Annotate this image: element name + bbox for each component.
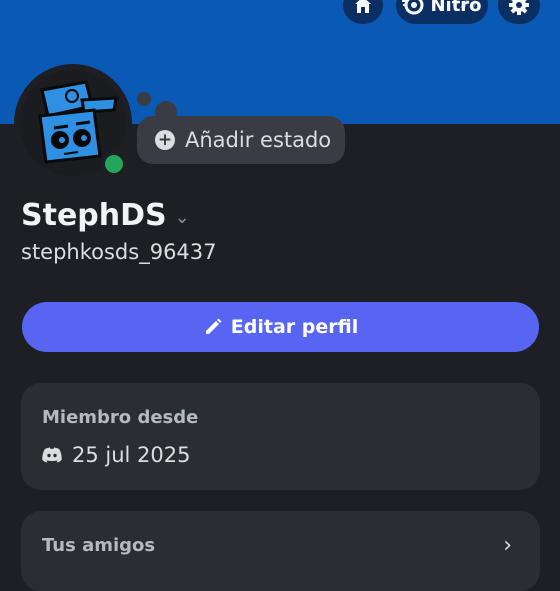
edit-profile-label: Editar perfil (230, 316, 359, 338)
add-status-button[interactable]: + Añadir estado (137, 116, 345, 164)
chevron-down-icon: ⌄ (174, 207, 190, 228)
chevron-right-icon: › (503, 533, 512, 558)
nitro-stripe (452, 0, 476, 8)
nitro-button[interactable]: Nitro (396, 0, 488, 24)
username: stephkosds_96437 (21, 240, 217, 264)
member-since-card: Miembro desde 25 jul 2025 (21, 383, 540, 490)
nitro-icon (402, 0, 424, 15)
member-since-title: Miembro desde (42, 407, 199, 428)
discord-icon (42, 447, 62, 463)
online-status-indicator (105, 155, 123, 173)
thought-bubble-dot-small (137, 92, 151, 106)
home-icon (355, 0, 371, 13)
member-since-row: 25 jul 2025 (42, 443, 191, 467)
pencil-icon (205, 318, 222, 334)
member-since-date: 25 jul 2025 (72, 443, 191, 467)
edit-profile-button[interactable]: Editar perfil (22, 302, 539, 352)
friends-title: Tus amigos (42, 535, 156, 556)
display-name-row[interactable]: StephDS ⌄ (21, 198, 190, 233)
plus-circle-icon: + (155, 130, 175, 150)
friends-card[interactable]: Tus amigos › (21, 511, 540, 591)
gear-icon (509, 0, 529, 15)
display-name: StephDS (21, 198, 167, 233)
add-status-label: Añadir estado (185, 128, 332, 152)
